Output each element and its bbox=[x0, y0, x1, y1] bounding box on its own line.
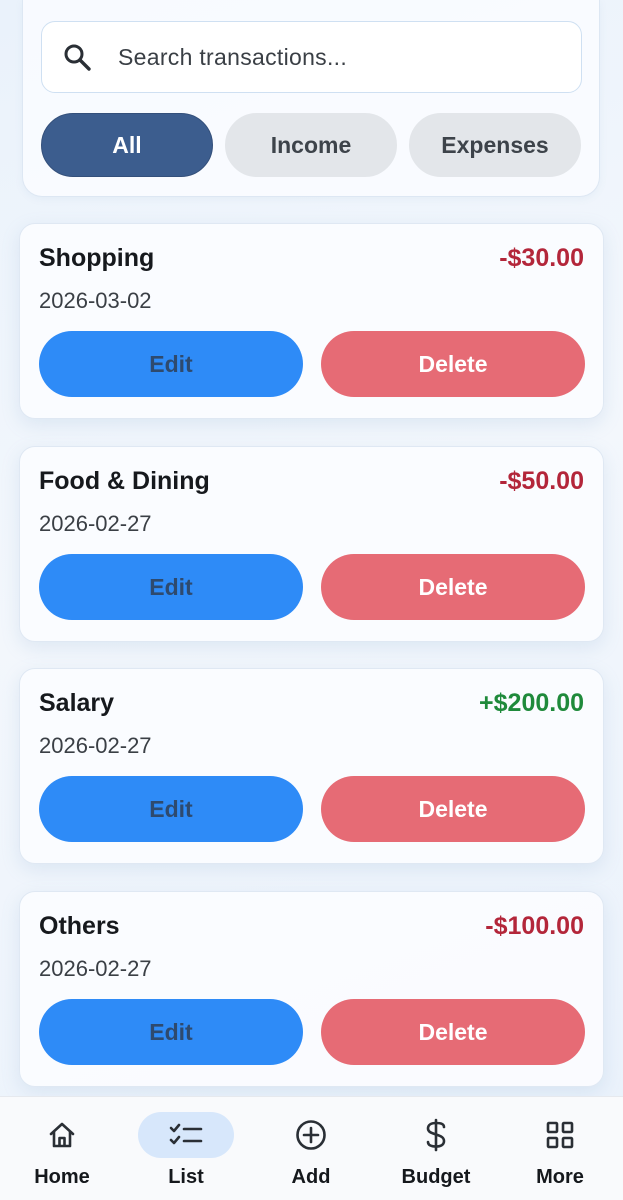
transaction-card: Salary +$200.00 2026-02-27 Edit Delete bbox=[19, 668, 604, 864]
nav-item-more[interactable]: More bbox=[498, 1097, 622, 1200]
transaction-card: Others -$100.00 2026-02-27 Edit Delete bbox=[19, 891, 604, 1087]
transaction-amount: -$30.00 bbox=[499, 244, 584, 272]
transaction-amount: +$200.00 bbox=[479, 689, 584, 717]
dollar-icon bbox=[388, 1112, 484, 1158]
transaction-category: Others bbox=[39, 912, 120, 940]
nav-label: Budget bbox=[401, 1166, 471, 1188]
nav-item-home[interactable]: Home bbox=[0, 1097, 124, 1200]
transaction-date: 2026-03-02 bbox=[39, 288, 152, 313]
edit-button[interactable]: Edit bbox=[39, 999, 303, 1065]
add-circle-icon bbox=[263, 1112, 359, 1158]
search-box[interactable] bbox=[41, 21, 582, 93]
list-check-icon bbox=[138, 1112, 234, 1158]
home-icon bbox=[14, 1112, 110, 1158]
filter-chip-income[interactable]: Income bbox=[225, 113, 397, 177]
nav-item-add[interactable]: Add bbox=[249, 1097, 373, 1200]
transaction-category: Shopping bbox=[39, 244, 155, 272]
transaction-amount: -$50.00 bbox=[499, 467, 584, 495]
nav-label: List bbox=[168, 1166, 204, 1188]
grid-icon bbox=[512, 1112, 608, 1158]
delete-button[interactable]: Delete bbox=[321, 331, 585, 397]
nav-label: More bbox=[536, 1166, 584, 1188]
transaction-category: Salary bbox=[39, 689, 115, 717]
delete-button[interactable]: Delete bbox=[321, 999, 585, 1065]
transaction-category: Food & Dining bbox=[39, 467, 210, 495]
nav-label: Add bbox=[291, 1166, 331, 1188]
nav-item-list[interactable]: List bbox=[124, 1097, 248, 1200]
edit-button[interactable]: Edit bbox=[39, 776, 303, 842]
edit-button[interactable]: Edit bbox=[39, 331, 303, 397]
filter-panel: All Income Expenses bbox=[22, 0, 600, 197]
filter-chip-all[interactable]: All bbox=[41, 113, 213, 177]
delete-button[interactable]: Delete bbox=[321, 554, 585, 620]
edit-button[interactable]: Edit bbox=[39, 554, 303, 620]
bottom-nav: Home List Add Budget More bbox=[0, 1096, 623, 1200]
nav-item-budget[interactable]: Budget bbox=[374, 1097, 498, 1200]
transaction-card: Shopping -$30.00 2026-03-02 Edit Delete bbox=[19, 223, 604, 419]
nav-label: Home bbox=[34, 1166, 90, 1188]
transaction-date: 2026-02-27 bbox=[39, 956, 152, 981]
transaction-date: 2026-02-27 bbox=[39, 511, 152, 536]
delete-button[interactable]: Delete bbox=[321, 776, 585, 842]
transaction-date: 2026-02-27 bbox=[39, 733, 152, 758]
filter-chips: All Income Expenses bbox=[41, 113, 581, 177]
search-icon bbox=[62, 42, 92, 72]
transactions-screen: All Income Expenses Shopping -$30.00 202… bbox=[0, 0, 623, 1200]
filter-chip-expenses[interactable]: Expenses bbox=[409, 113, 581, 177]
search-input[interactable] bbox=[118, 43, 538, 71]
transaction-amount: -$100.00 bbox=[485, 912, 584, 940]
transaction-card: Food & Dining -$50.00 2026-02-27 Edit De… bbox=[19, 446, 604, 642]
